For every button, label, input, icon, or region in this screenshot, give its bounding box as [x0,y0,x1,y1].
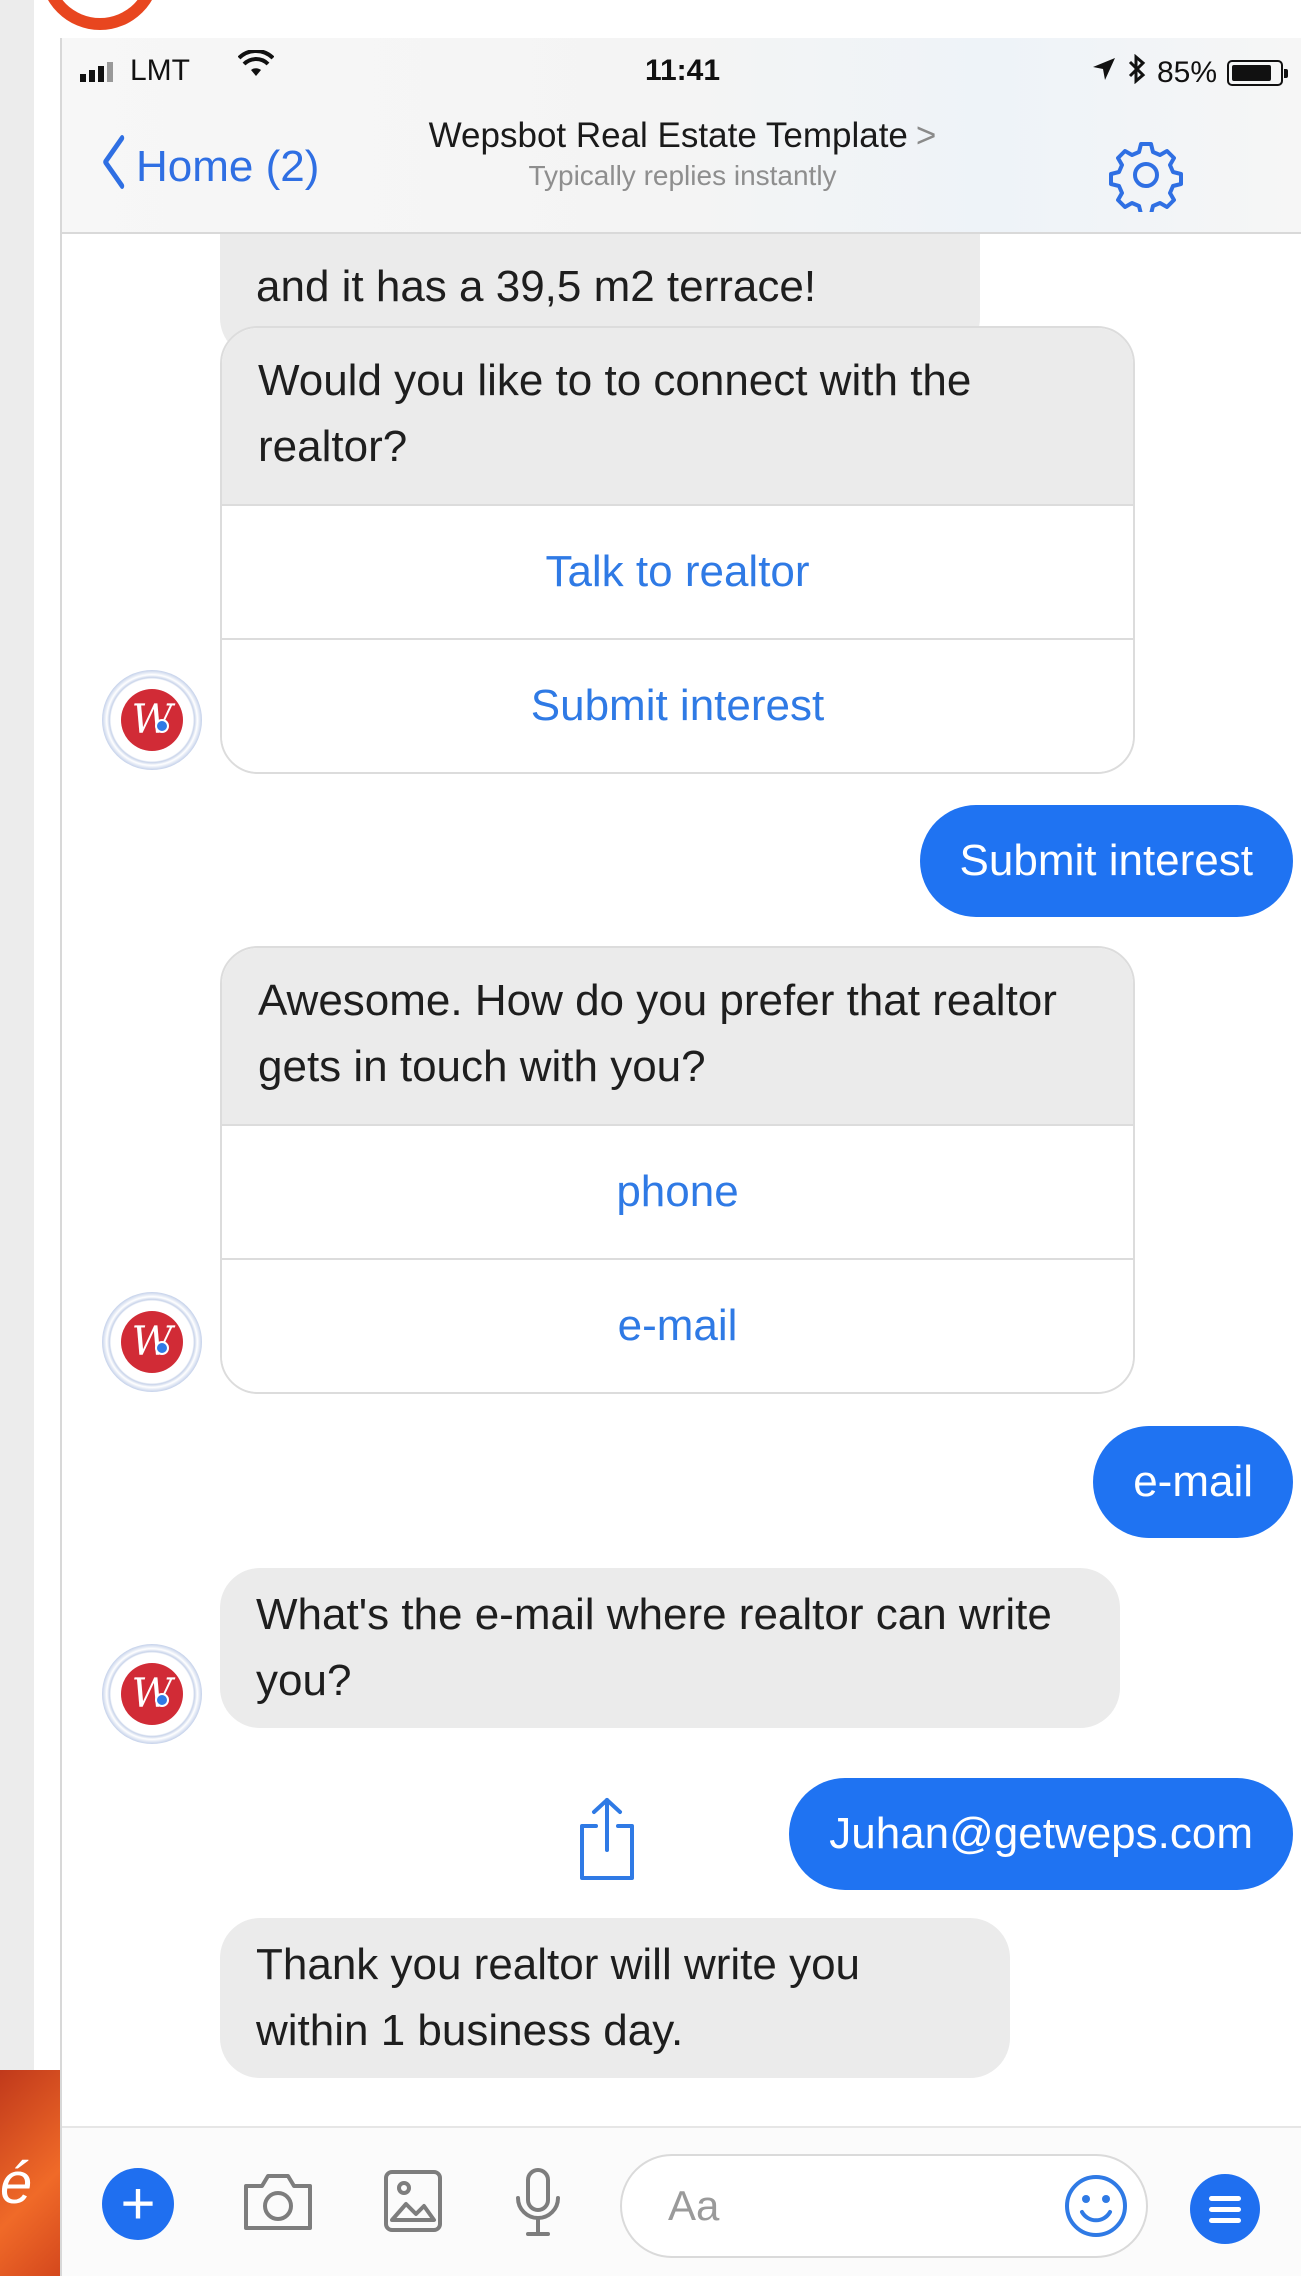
message-text: Juhan@getweps.com [829,1809,1253,1858]
status-bar: LMT 11:41 85% [62,48,1301,98]
user-message: e-mail [1093,1426,1293,1538]
bluetooth-icon [1127,53,1147,92]
user-message: Submit interest [919,805,1293,917]
bot-card-connect-realtor: Would you like to to connect with the re… [220,326,1135,774]
talk-to-realtor-button[interactable]: Talk to realtor [222,504,1133,638]
message-text: What's the e-mail where realtor can writ… [256,1590,1052,1705]
messenger-header: LMT 11:41 85% Home (2) Wepsbot Real Esta… [62,38,1301,234]
bot-message: Thank you realtor will write you within … [220,1918,1010,2078]
message-text: and it has a 39,5 m2 terrace! [256,262,817,311]
share-icon[interactable] [574,1796,640,1882]
camera-icon[interactable] [240,2166,316,2241]
title-chevron-icon: > [915,116,937,155]
status-right-group: 85% [1091,53,1288,92]
avatar-logo: W [121,689,183,751]
message-text: e-mail [1133,1457,1253,1506]
gear-icon[interactable] [1109,138,1183,216]
user-message: Juhan@getweps.com [789,1778,1293,1890]
bot-card-contact-method: Awesome. How do you prefer that realtor … [220,946,1135,1394]
message-text: Submit interest [959,836,1253,885]
slide-logo-arc [40,0,160,30]
phone-button[interactable]: phone [222,1124,1133,1258]
battery-icon [1227,60,1288,86]
bot-message: What's the e-mail where realtor can writ… [220,1568,1120,1728]
slide-letter: é [0,2151,33,2216]
avatar: W [102,670,202,770]
message-text: Thank you realtor will write you within … [256,1940,861,2055]
menu-icon[interactable] [1190,2174,1260,2244]
avatar-logo: W [121,1663,183,1725]
battery-percent: 85% [1156,56,1217,89]
location-icon [1091,56,1117,90]
emoji-icon[interactable] [1062,2172,1130,2240]
image-icon[interactable] [380,2166,446,2241]
submit-interest-button[interactable]: Submit interest [222,638,1133,772]
avatar: W [102,1292,202,1392]
email-button[interactable]: e-mail [222,1258,1133,1392]
plus-icon[interactable]: + [102,2168,174,2240]
card-text: Would you like to to connect with the re… [222,328,1133,504]
composer-bar: + Aa [62,2126,1301,2276]
avatar-logo: W [121,1311,183,1373]
avatar: W [102,1644,202,1744]
microphone-icon[interactable] [510,2166,566,2245]
phone-screen: LMT 11:41 85% Home (2) Wepsbot Real Esta… [60,38,1301,2276]
slide-background-strip [0,0,34,2276]
card-text: Awesome. How do you prefer that realtor … [222,948,1133,1124]
conversation-title-text: Wepsbot Real Estate Template [428,116,908,155]
